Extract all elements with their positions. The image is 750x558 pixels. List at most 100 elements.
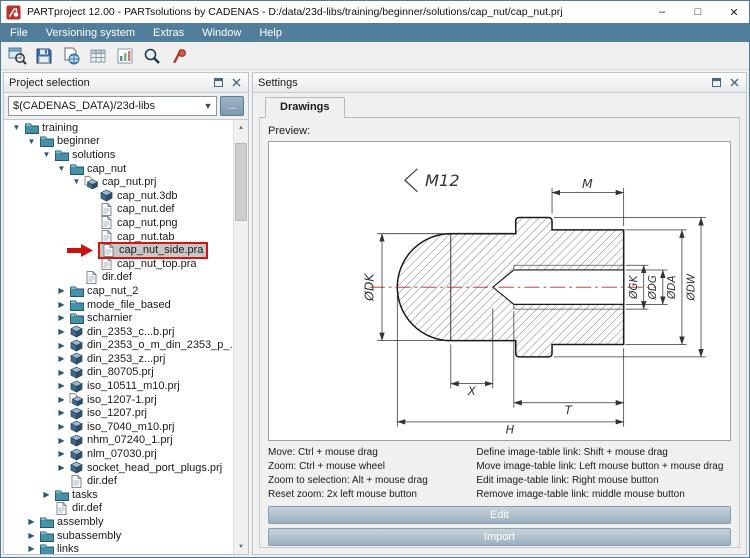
expand-arrow-icon[interactable]: ▶	[25, 529, 38, 543]
menu-file[interactable]: File	[1, 23, 37, 42]
expand-arrow-icon[interactable]: ▶	[55, 366, 68, 380]
expand-arrow-icon[interactable]: ▶	[55, 434, 68, 448]
menu-help[interactable]: Help	[250, 23, 291, 42]
tree-item-socket_head_port_plugs.prj[interactable]: ▶ socket_head_port_plugs.prj	[4, 461, 233, 475]
expand-arrow-icon[interactable]: ▶	[55, 352, 68, 366]
maximize-button[interactable]: □	[683, 1, 713, 23]
tree-item-label: dir.def	[72, 502, 102, 515]
close-panel-icon[interactable]	[230, 76, 243, 89]
menu-window[interactable]: Window	[193, 23, 250, 42]
tree-item-nhm_07240_1.prj[interactable]: ▶ nhm_07240_1.prj	[4, 434, 233, 448]
tree-item-links[interactable]: ▶ links	[4, 542, 233, 554]
tree-item-assembly[interactable]: ▶ assembly	[4, 515, 233, 529]
table-icon[interactable]	[86, 44, 110, 68]
tree-item-cap_nut_side.pra[interactable]: cap_nut_side.pra	[4, 241, 233, 259]
expand-arrow-icon[interactable]: ▶	[40, 488, 53, 502]
collapse-arrow-icon[interactable]: ▼	[25, 135, 38, 149]
drawing-preview[interactable]: M12 M ØDK ØGK ØDG ØDA ØDW X T H	[268, 141, 731, 441]
tab-drawings[interactable]: Drawings	[265, 97, 345, 118]
expand-arrow-icon[interactable]: ▶	[25, 542, 38, 554]
tree-item-dir.def[interactable]: dir.def	[4, 474, 233, 488]
tree-item-cap_nut_top.pra[interactable]: cap_nut_top.pra	[4, 257, 233, 271]
expand-arrow-icon[interactable]: ▶	[55, 298, 68, 312]
float-panel-icon[interactable]	[212, 76, 225, 89]
scroll-up-icon[interactable]: ▲	[234, 120, 248, 135]
tree-item-scharnier[interactable]: ▶ scharnier	[4, 311, 233, 325]
close-panel-icon[interactable]	[728, 76, 741, 89]
expand-arrow-icon[interactable]: ▶	[55, 379, 68, 393]
expand-arrow-icon[interactable]: ▶	[55, 284, 68, 298]
expand-arrow-icon[interactable]: ▶	[25, 515, 38, 529]
tree-item-din_2353_z...prj[interactable]: ▶ din_2353_z...prj	[4, 352, 233, 366]
expand-arrow-icon[interactable]: ▶	[55, 393, 68, 407]
tree-item-cap_nut.3db[interactable]: cap_nut.3db	[4, 189, 233, 203]
tree-item-din_2353_o_m_din_2353_p_...[interactable]: ▶ din_2353_o_m_din_2353_p_...	[4, 339, 233, 353]
scroll-down-icon[interactable]: ▼	[234, 539, 248, 554]
tree-item-din_2353_c...b.prj[interactable]: ▶ din_2353_c...b.prj	[4, 325, 233, 339]
tree-scrollbar[interactable]: ▲ ▼	[233, 120, 248, 554]
tree-item-din_80705.prj[interactable]: ▶ din_80705.prj	[4, 366, 233, 380]
collapse-arrow-icon[interactable]: ▼	[55, 162, 68, 176]
cube-icon	[68, 448, 85, 461]
tree-item-beginner[interactable]: ▼ beginner	[4, 135, 233, 149]
collapse-arrow-icon[interactable]: ▼	[10, 121, 23, 135]
doc-icon	[98, 202, 115, 216]
library-path-combobox[interactable]: $(CADENAS_DATA)/23d-libs ▼	[8, 96, 217, 116]
tree-item-body: nlm_07030.prj	[68, 447, 160, 461]
expand-arrow-icon[interactable]: ▶	[55, 447, 68, 461]
expand-arrow-icon[interactable]: ▶	[55, 420, 68, 434]
tree-item-body: subassembly	[38, 529, 124, 543]
window-search-icon[interactable]	[5, 44, 29, 68]
publish-icon[interactable]	[167, 44, 191, 68]
tree-item-iso_10511_m10.prj[interactable]: ▶ iso_10511_m10.prj	[4, 379, 233, 393]
tree-item-cap_nut.prj[interactable]: ▼ cap_nut.prj	[4, 175, 233, 189]
save-icon[interactable]	[32, 44, 56, 68]
chart-icon[interactable]	[113, 44, 137, 68]
tree-item-mode_file_based[interactable]: ▶ mode_file_based	[4, 298, 233, 312]
help-text: Edit image-table link: Right mouse butto…	[476, 475, 659, 486]
tree-item-cap_nut.def[interactable]: cap_nut.def	[4, 202, 233, 217]
tree-item-cap_nut[interactable]: ▼ cap_nut	[4, 162, 233, 176]
collapse-arrow-icon[interactable]: ▼	[70, 175, 83, 189]
scrollbar-track[interactable]	[234, 135, 248, 539]
tree-item-label: din_80705.prj	[87, 366, 154, 379]
tree-item-dir.def[interactable]: dir.def	[4, 270, 233, 285]
tree-item-iso_1207-1.prj[interactable]: ▶ iso_1207-1.prj	[4, 393, 233, 407]
menu-versioning-system[interactable]: Versioning system	[37, 23, 144, 42]
tree-item-cap_nut_2[interactable]: ▶ cap_nut_2	[4, 284, 233, 298]
expand-arrow-icon[interactable]: ▶	[55, 311, 68, 325]
tree-item-dir.def[interactable]: dir.def	[4, 502, 233, 516]
tree-item-label: beginner	[57, 135, 100, 148]
tree-item-solutions[interactable]: ▼ solutions	[4, 148, 233, 162]
expand-arrow-icon[interactable]: ▶	[55, 339, 68, 353]
browse-button[interactable]: ...	[220, 96, 244, 116]
expand-arrow-icon[interactable]: ▶	[55, 406, 68, 420]
tree-item-iso_1207.prj[interactable]: ▶ iso_1207.prj	[4, 406, 233, 420]
collapse-arrow-icon[interactable]: ▼	[40, 148, 53, 162]
scrollbar-thumb[interactable]	[235, 143, 247, 221]
tree-item-nlm_07030.prj[interactable]: ▶ nlm_07030.prj	[4, 447, 233, 461]
menu-extras[interactable]: Extras	[144, 23, 193, 42]
dim-label-dg: ØDG	[647, 275, 659, 301]
tree-item-subassembly[interactable]: ▶ subassembly	[4, 529, 233, 543]
search-icon[interactable]	[140, 44, 164, 68]
minimize-button[interactable]: –	[647, 1, 677, 23]
world-doc-icon[interactable]	[59, 44, 83, 68]
tree-item-body: dir.def	[68, 474, 120, 488]
expand-arrow-icon[interactable]: ▶	[55, 325, 68, 339]
expand-arrow-icon[interactable]: ▶	[55, 461, 68, 475]
close-button[interactable]: ✕	[719, 1, 749, 23]
tree-item-cap_nut.png[interactable]: cap_nut.png	[4, 216, 233, 230]
tree-item-body: iso_1207.prj	[68, 406, 150, 420]
import-button[interactable]: Import	[268, 528, 731, 546]
float-panel-icon[interactable]	[710, 76, 723, 89]
tree-item-body: din_2353_c...b.prj	[68, 325, 177, 339]
tree-item-label: din_2353_c...b.prj	[87, 325, 175, 338]
tree-item-iso_7040_m10.prj[interactable]: ▶ iso_7040_m10.prj	[4, 420, 233, 434]
tree-item-tasks[interactable]: ▶ tasks	[4, 488, 233, 502]
edit-button[interactable]: Edit	[268, 506, 731, 524]
tree-item-label: cap_nut_2	[87, 284, 139, 297]
tree-item-training[interactable]: ▼ training	[4, 121, 233, 135]
tree-item-label: iso_10511_m10.prj	[87, 380, 180, 393]
cube-icon	[68, 461, 85, 474]
